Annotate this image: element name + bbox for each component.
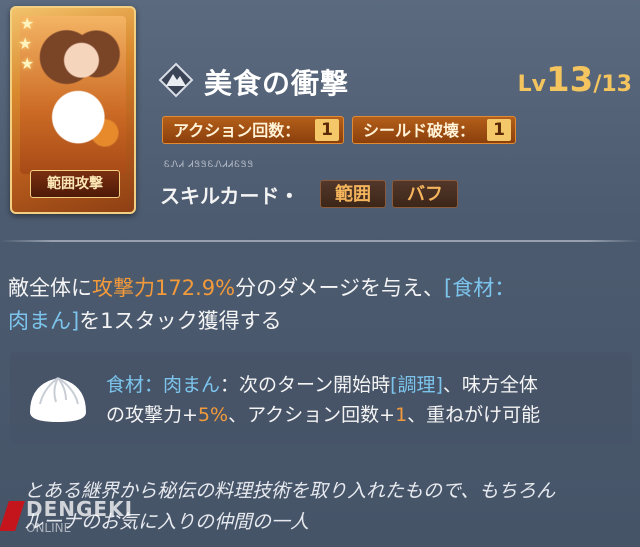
desc-ingredient-tag[interactable]: 肉まん] bbox=[8, 309, 79, 333]
character-illustration bbox=[20, 16, 126, 174]
detail-text: 、重ねがけ可能 bbox=[407, 404, 541, 426]
cook-tag[interactable]: [調理] bbox=[390, 374, 443, 396]
skill-name: 美食の衝撃 bbox=[204, 67, 350, 100]
desc-ingredient-tag[interactable]: [食材： bbox=[444, 276, 515, 300]
detail-text: 、アクション回数+ bbox=[228, 404, 396, 426]
level-prefix: Lv bbox=[517, 72, 547, 97]
detail-text: 、味方全体 bbox=[442, 374, 538, 396]
action-count-tag: アクション回数： 1 bbox=[162, 116, 344, 144]
shield-break-label: シールド破壊： bbox=[363, 121, 476, 140]
ingredient-title: 食材：肉まん bbox=[106, 374, 221, 396]
ingredient-detail-text: 食材：肉まん：次のターン開始時[調理]、味方全体 の攻撃力+5%、アクション回数… bbox=[106, 370, 636, 430]
watermark-line-1: DENGEKI bbox=[26, 497, 134, 521]
skill-card-art: ★ ★ ★ 範囲攻撃 bbox=[10, 6, 136, 214]
watermark-logo-mark bbox=[0, 501, 25, 531]
level-current: 13 bbox=[546, 60, 594, 100]
desc-text: 敵全体に bbox=[8, 276, 92, 300]
skill-description: 敵全体に攻撃力172.9%分のダメージを与え、[食材： 肉まん]を1スタック獲得… bbox=[8, 272, 632, 338]
desc-attack-value: 攻撃力172.9% bbox=[92, 276, 236, 300]
rarity-star-icon: ★ bbox=[20, 14, 35, 33]
mountain-emblem-icon bbox=[158, 62, 194, 98]
steamed-bun-icon bbox=[30, 377, 86, 422]
level-max: /13 bbox=[593, 72, 632, 97]
watermark-line-2: ONLINE bbox=[26, 521, 72, 535]
card-type-text: スキルカード・ bbox=[160, 184, 300, 208]
desc-text: を1スタック獲得する bbox=[79, 309, 282, 333]
rarity-star-icon: ★ bbox=[20, 54, 35, 73]
card-type-label: 範囲攻撃 bbox=[30, 170, 120, 198]
chip-range: 範囲 bbox=[320, 180, 386, 208]
chip-buff: バフ bbox=[392, 180, 458, 208]
section-divider bbox=[0, 240, 640, 242]
action-count-label: アクション回数： bbox=[173, 121, 301, 140]
shield-break-tag: シールド破壊： 1 bbox=[352, 116, 516, 144]
detail-text: の攻撃力+ bbox=[106, 404, 198, 426]
desc-text: 分のダメージを与え、 bbox=[235, 276, 445, 300]
action-count-value: 1 bbox=[315, 119, 339, 141]
decorative-script: ᏋᏁᏗ ᏗᏕᏕᏋᏁᏗᏗᏋᏕᏕ bbox=[164, 160, 255, 170]
rarity-star-icon: ★ bbox=[18, 34, 33, 53]
shield-break-value: 1 bbox=[487, 119, 511, 141]
detail-text: ：次のターン開始時 bbox=[220, 374, 391, 396]
dengeki-online-watermark: DENGEKI ONLINE bbox=[0, 497, 144, 543]
skill-level: Lv13/13 bbox=[518, 60, 632, 100]
detail-action-count: 1 bbox=[395, 404, 408, 426]
detail-attack-pct: 5% bbox=[197, 404, 229, 426]
